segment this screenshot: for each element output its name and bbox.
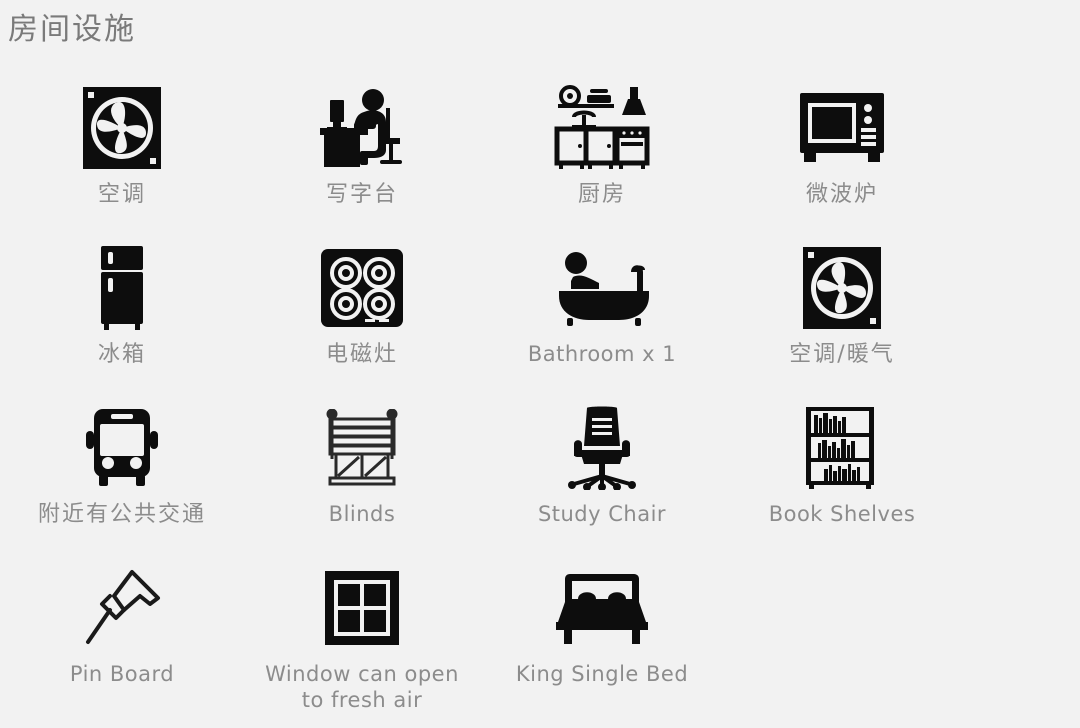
amenity-item[interactable]: Pin Board (2, 560, 242, 720)
amenity-item[interactable]: 微波炉 (722, 80, 962, 240)
amenity-item[interactable]: 空调 (2, 80, 242, 240)
amenity-item[interactable]: Blinds (242, 400, 482, 560)
amenity-item[interactable]: 写字台 (242, 80, 482, 240)
induction-cooktop-icon (321, 240, 403, 336)
amenity-item[interactable]: King Single Bed (482, 560, 722, 720)
amenity-label: Bathroom x 1 (527, 342, 677, 366)
amenity-item[interactable]: Window can open to fresh air (242, 560, 482, 720)
bus-icon (80, 400, 164, 496)
refrigerator-icon (95, 240, 149, 336)
push-pin-icon (80, 560, 164, 656)
kitchen-cabinets-icon (554, 80, 650, 176)
amenity-label: Book Shelves (768, 502, 916, 526)
amenity-label: 冰箱 (97, 342, 146, 367)
amenity-label: 附近有公共交通 (37, 502, 206, 527)
amenity-label: 电磁灶 (325, 342, 398, 367)
window-four-pane-icon (323, 560, 401, 656)
page-title: 房间设施 (8, 12, 136, 47)
room-amenities-page: 房间设施 空调 写字台 厨房 微波炉 冰箱 电磁灶 Bathroom x 1 空… (0, 0, 1080, 728)
bookshelf-icon (804, 400, 880, 496)
amenity-label: Study Chair (537, 502, 667, 526)
amenity-label: 空调/暖气 (789, 342, 895, 367)
amenity-label: 微波炉 (805, 182, 878, 207)
amenity-item[interactable]: Study Chair (482, 400, 722, 560)
amenity-label: 空调 (97, 182, 146, 207)
amenity-item[interactable]: 冰箱 (2, 240, 242, 400)
amenity-label: Pin Board (69, 662, 175, 686)
amenity-label: Blinds (328, 502, 396, 526)
amenity-item[interactable]: 附近有公共交通 (2, 400, 242, 560)
office-chair-icon (558, 400, 646, 496)
window-blinds-icon (322, 400, 402, 496)
amenity-item[interactable]: 电磁灶 (242, 240, 482, 400)
amenity-label: Window can open to fresh air (265, 662, 459, 712)
bathtub-icon (549, 240, 655, 336)
amenity-item[interactable]: 空调/暖气 (722, 240, 962, 400)
air-conditioner-fan-icon (83, 80, 161, 176)
amenity-item[interactable]: 厨房 (482, 80, 722, 240)
amenity-label: 写字台 (325, 182, 398, 207)
amenity-label: King Single Bed (515, 662, 689, 686)
amenity-label: 厨房 (577, 182, 626, 207)
amenity-item[interactable]: Book Shelves (722, 400, 962, 560)
amenity-item[interactable]: Bathroom x 1 (482, 240, 722, 400)
desk-with-person-icon (316, 80, 408, 176)
air-conditioner-fan-icon (803, 240, 881, 336)
amenities-grid: 空调 写字台 厨房 微波炉 冰箱 电磁灶 Bathroom x 1 空调/暖气 … (0, 80, 1080, 720)
microwave-icon (798, 80, 886, 176)
bed-icon (554, 560, 650, 656)
